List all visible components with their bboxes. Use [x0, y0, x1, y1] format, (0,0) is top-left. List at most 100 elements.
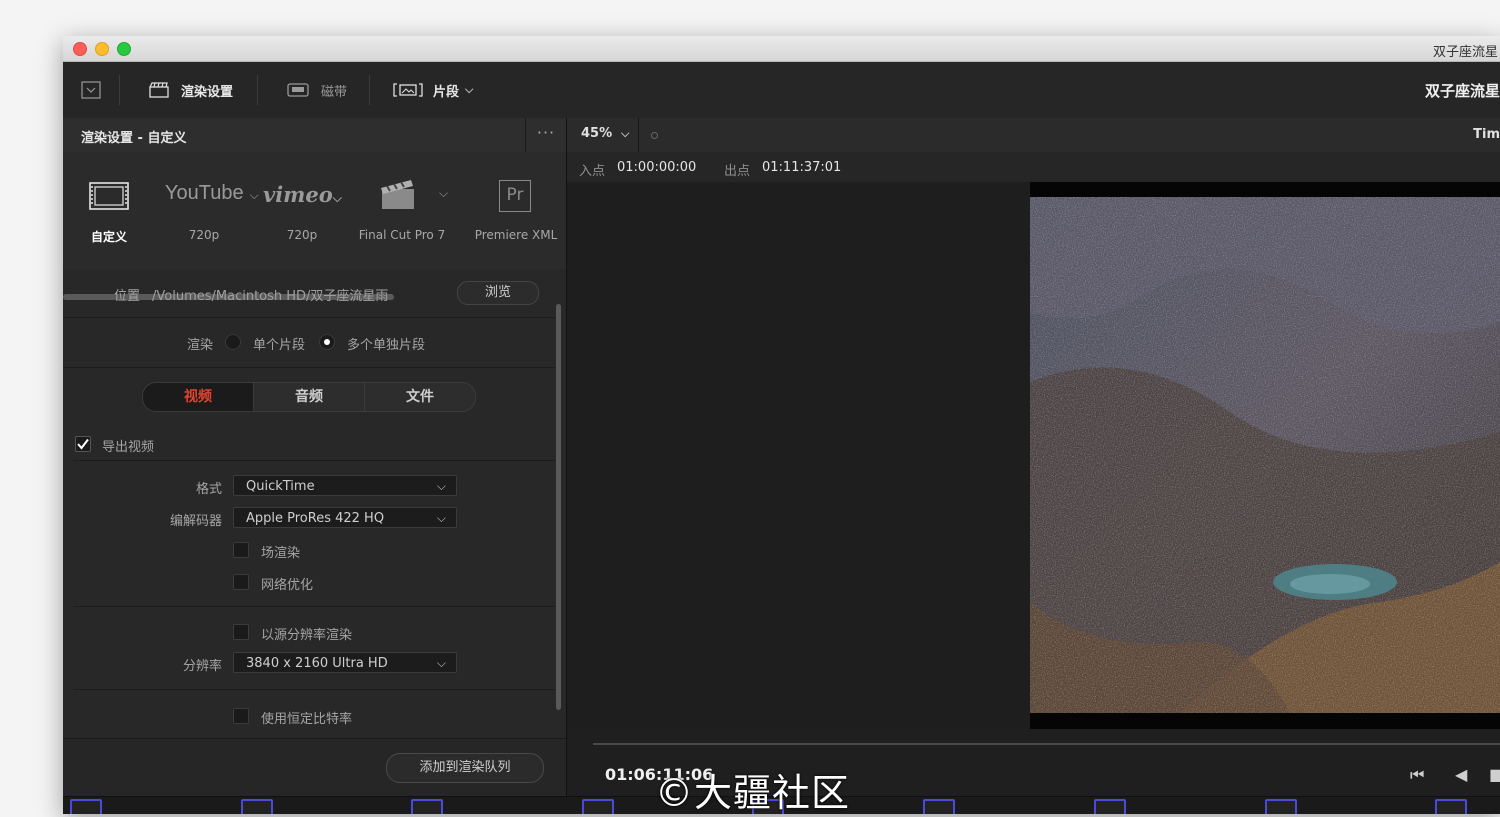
chevron-down-icon: ⌵: [621, 127, 630, 140]
clip-thumbnail[interactable]: [241, 799, 273, 814]
settings-scrollbar[interactable]: [556, 304, 561, 710]
clip-thumbnail[interactable]: [1094, 799, 1126, 814]
individual-clips-label: 多个单独片段: [347, 338, 426, 353]
preset-youtube[interactable]: YouTube ⌵ 720p: [159, 152, 259, 262]
project-title: 双子座流星: [1424, 82, 1500, 100]
single-clip-radio[interactable]: [225, 334, 241, 350]
in-point-label: 入点: [579, 164, 606, 179]
resolution-value: 3840 x 2160 Ultra HD: [246, 656, 388, 671]
top-toolbar: 渲染设置 磁带 片段 ⌵ 双子座流星: [63, 62, 1500, 119]
render-settings-header: 渲染设置 - 自定义 ···: [63, 118, 566, 153]
add-to-render-queue-button[interactable]: 添加到渲染队列: [386, 753, 544, 783]
film-frame-icon: [89, 182, 129, 210]
chevron-down-icon: ⌵: [436, 656, 446, 670]
app-window: 双子座流星 渲染设置 磁带 片段 ⌵ 双子座流星 渲染设置 - 自定义 ···: [63, 36, 1500, 814]
preset-premiere-xml[interactable]: Pr Premiere XML: [471, 152, 561, 262]
location-path: /Volumes/Macintosh HD/双子座流星雨: [152, 289, 389, 304]
youtube-brand-text: YouTube: [165, 182, 244, 204]
field-render-checkbox[interactable]: [233, 542, 249, 558]
clip-thumbnail[interactable]: [582, 799, 614, 814]
tab-audio[interactable]: 音频: [254, 383, 365, 411]
preset-label: 720p: [188, 228, 220, 242]
codec-label: 编解码器: [169, 514, 222, 529]
tape-label: 磁带: [321, 84, 348, 100]
play-reverse-icon[interactable]: ◀: [1455, 765, 1467, 784]
preset-label: Premiere XML: [474, 228, 558, 242]
video-frame: [1030, 182, 1500, 729]
window-title: 双子座流星: [1432, 45, 1498, 60]
codec-value: Apple ProRes 422 HQ: [246, 511, 385, 526]
clip-thumbnail[interactable]: [1265, 799, 1297, 814]
format-dropdown[interactable]: QuickTime ⌵: [233, 475, 457, 496]
youtube-logo-icon: YouTube ⌵: [165, 182, 259, 204]
jump-to-start-icon[interactable]: ⏮: [1410, 765, 1424, 785]
location-row: 位置 /Volumes/Macintosh HD/双子座流星雨 浏览: [63, 270, 555, 318]
export-video-checkbox[interactable]: [75, 436, 91, 452]
final-cut-clapper-icon: [381, 180, 414, 209]
resolution-label: 分辨率: [182, 659, 222, 674]
status-dot-icon: [651, 132, 658, 139]
tape-button[interactable]: 磁带: [287, 62, 347, 118]
preset-label: 720p: [286, 228, 318, 242]
tab-file[interactable]: 文件: [365, 383, 475, 411]
preset-vimeo[interactable]: vimeo⌵ 720p: [259, 152, 345, 262]
render-settings-label: 渲染设置: [181, 84, 234, 100]
clip-icon: [393, 83, 423, 97]
clip-thumbnail[interactable]: [411, 799, 443, 814]
format-label: 格式: [195, 482, 222, 497]
chevron-down-icon: ⌵: [439, 186, 449, 200]
minimize-window-button[interactable]: [95, 42, 109, 56]
out-point-label: 出点: [724, 164, 751, 179]
render-settings-panel: 渲染设置 - 自定义 ··· 自定义 YouTube ⌵ 720p vimeo⌵ …: [63, 118, 567, 814]
more-options-button[interactable]: ···: [525, 118, 566, 152]
chevron-down-icon: ⌵: [436, 479, 446, 493]
clip-thumbnail[interactable]: [1435, 799, 1467, 814]
preset-custom[interactable]: 自定义: [81, 152, 137, 262]
export-video-label: 导出视频: [102, 440, 155, 455]
viewer-canvas[interactable]: [567, 182, 1500, 729]
format-value: QuickTime: [246, 479, 315, 494]
divider: [73, 606, 555, 607]
chevron-down-icon: ⌵: [465, 83, 474, 96]
source-resolution-label: 以源分辨率渲染: [261, 628, 353, 643]
mountain-landscape-image: [1030, 182, 1500, 729]
codec-dropdown[interactable]: Apple ProRes 422 HQ ⌵: [233, 507, 457, 528]
source-resolution-checkbox[interactable]: [233, 624, 249, 640]
browse-button[interactable]: 浏览: [457, 281, 539, 305]
clip-button[interactable]: 片段 ⌵: [393, 62, 473, 118]
tab-video[interactable]: 视频: [143, 383, 254, 411]
viewer-header: 45% ⌵ Tim: [567, 118, 1500, 153]
preset-label: Final Cut Pro 7: [358, 228, 446, 242]
zoom-value: 45%: [581, 126, 613, 141]
title-bar: 双子座流星: [63, 36, 1500, 62]
vimeo-brand-text: vimeo: [263, 182, 333, 207]
resolution-dropdown[interactable]: 3840 x 2160 Ultra HD ⌵: [233, 652, 457, 673]
individual-clips-radio[interactable]: [319, 334, 335, 350]
network-optimization-checkbox[interactable]: [233, 574, 249, 590]
constant-bitrate-label: 使用恒定比特率: [261, 712, 353, 727]
stop-icon[interactable]: ■: [1489, 765, 1500, 784]
in-point-value: 01:00:00:00: [617, 160, 697, 175]
clip-thumbnail[interactable]: [923, 799, 955, 814]
chevron-down-icon: ⌵: [436, 511, 446, 525]
toolbar-divider: [119, 75, 120, 105]
preset-strip: 自定义 YouTube ⌵ 720p vimeo⌵ 720p ⌵ Final Cu…: [63, 152, 566, 300]
toolbar-divider: [257, 75, 258, 105]
divider: [73, 689, 555, 690]
render-mode-row: 渲染 单个片段 多个单独片段: [63, 318, 555, 368]
constant-bitrate-checkbox[interactable]: [233, 708, 249, 724]
export-video-row: 导出视频: [63, 428, 555, 462]
vimeo-logo-icon: vimeo⌵: [263, 182, 342, 207]
clip-thumbnail[interactable]: [70, 799, 102, 814]
panel-toggle-button[interactable]: [81, 62, 101, 118]
preset-final-cut-pro-7[interactable]: ⌵ Final Cut Pro 7: [357, 152, 449, 262]
zoom-window-button[interactable]: [117, 42, 131, 56]
zoom-dropdown[interactable]: 45% ⌵: [567, 118, 639, 152]
checkmark-icon: [77, 438, 89, 450]
scrub-bar[interactable]: [593, 743, 1500, 745]
close-window-button[interactable]: [73, 42, 87, 56]
tape-icon: [287, 83, 309, 97]
field-render-label: 场渲染: [261, 546, 301, 561]
render-settings-button[interactable]: 渲染设置: [149, 62, 233, 118]
timeline-label: Tim: [1473, 127, 1500, 142]
